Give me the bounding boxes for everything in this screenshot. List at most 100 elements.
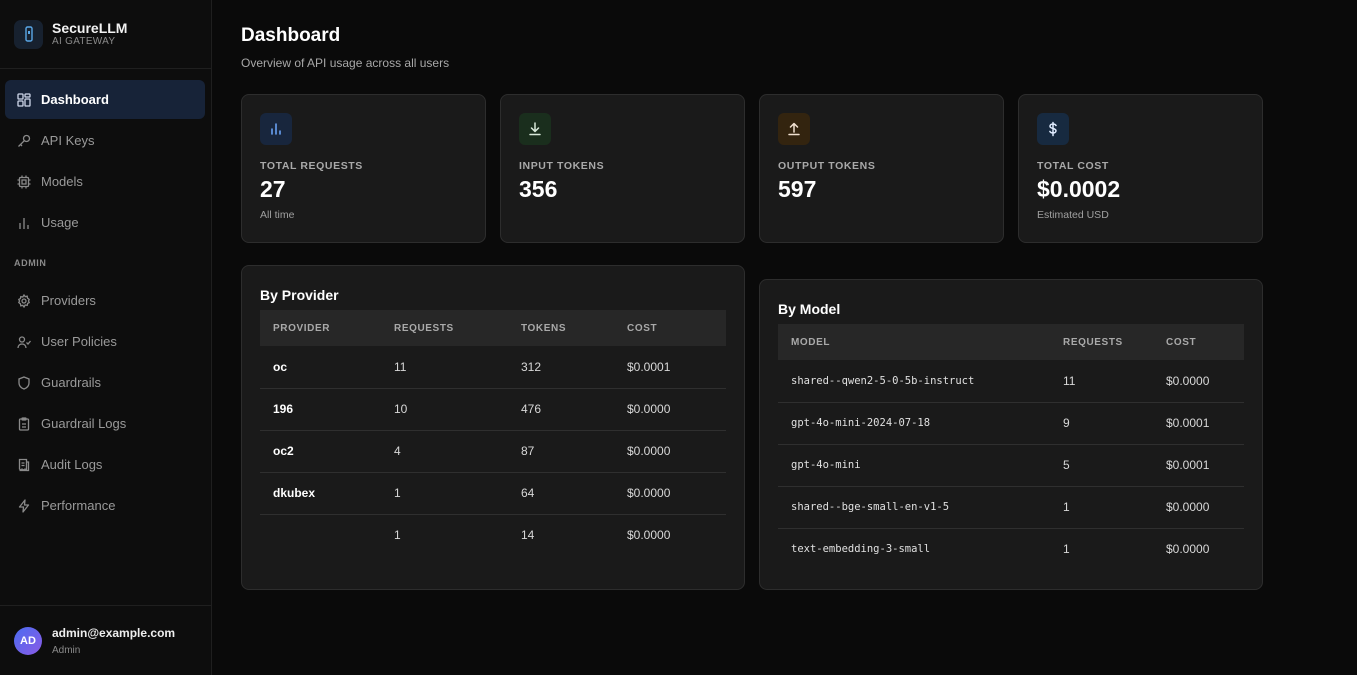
panel-title: By Model: [778, 301, 841, 317]
page-title: Dashboard: [241, 25, 341, 46]
stat-note: Estimated USD: [1037, 209, 1109, 221]
provider-table: PROVIDER REQUESTS TOKENS COST oc 11 312 …: [260, 310, 726, 556]
stat-label: INPUT TOKENS: [519, 160, 605, 172]
provider-name: [260, 514, 381, 556]
column-header: REQUESTS: [1050, 324, 1153, 360]
requests-cell: 1: [1050, 486, 1153, 529]
requests-cell: 11: [1050, 360, 1153, 403]
model-name: shared--qwen2-5-0-5b-instruct: [778, 360, 1050, 403]
cost-cell: $0.0001: [1153, 402, 1244, 445]
provider-name: oc2: [260, 430, 381, 473]
sidebar-item-usage[interactable]: Usage: [5, 203, 205, 242]
column-header: COST: [1153, 324, 1244, 360]
sidebar-item-providers[interactable]: Providers: [5, 281, 205, 320]
table-row: dkubex 1 64 $0.0000: [260, 472, 726, 515]
sidebar-item-label: Usage: [41, 215, 79, 230]
table-row: text-embedding-3-small 1 $0.0000: [778, 528, 1244, 570]
requests-cell: 10: [381, 388, 508, 431]
stat-label: TOTAL REQUESTS: [260, 160, 363, 172]
cost-cell: $0.0000: [614, 430, 726, 473]
table-row: shared--qwen2-5-0-5b-instruct 11 $0.0000: [778, 360, 1244, 403]
table-row: oc 11 312 $0.0001: [260, 346, 726, 389]
lightning-icon: [17, 498, 31, 513]
model-name: shared--bge-small-en-v1-5: [778, 486, 1050, 529]
bar-chart-icon: [260, 113, 292, 145]
sidebar-item-label: User Policies: [41, 334, 117, 349]
stat-label: OUTPUT TOKENS: [778, 160, 876, 172]
clipboard-icon: [17, 416, 31, 431]
main-nav: Dashboard API Keys Models Usage ADMIN Pr…: [0, 69, 211, 525]
stat-value: 597: [778, 176, 817, 202]
user-email: admin@example.com: [52, 625, 176, 640]
sidebar-item-models[interactable]: Models: [5, 162, 205, 201]
requests-cell: 1: [381, 472, 508, 515]
column-header: COST: [614, 310, 726, 346]
cost-cell: $0.0001: [1153, 444, 1244, 487]
cost-cell: $0.0000: [1153, 360, 1244, 403]
receipt-icon: [17, 458, 31, 472]
stat-label: TOTAL COST: [1037, 160, 1109, 172]
user-role: Admin: [52, 644, 81, 656]
key-icon: [17, 134, 31, 148]
requests-cell: 9: [1050, 402, 1153, 445]
shield-icon: [17, 375, 31, 390]
upload-icon: [778, 113, 810, 145]
tokens-cell: 64: [508, 472, 614, 515]
tokens-cell: 476: [508, 388, 614, 431]
sidebar-item-label: Providers: [41, 293, 96, 308]
user-profile[interactable]: AD admin@example.com Admin: [0, 605, 211, 675]
tokens-cell: 312: [508, 346, 614, 389]
brand-logo-icon: [14, 19, 43, 49]
column-header: PROVIDER: [260, 310, 381, 346]
brand-subtitle: AI GATEWAY: [52, 36, 116, 47]
sidebar: SecureLLM AI GATEWAY Dashboard API Keys …: [0, 0, 212, 675]
table-row: gpt-4o-mini 5 $0.0001: [778, 444, 1244, 487]
model-table: MODEL REQUESTS COST shared--qwen2-5-0-5b…: [778, 324, 1244, 570]
sidebar-item-label: Guardrail Logs: [41, 416, 127, 431]
stat-value: $0.0002: [1037, 176, 1121, 202]
gear-icon: [17, 293, 31, 308]
sidebar-item-guardrails[interactable]: Guardrails: [5, 363, 205, 402]
cost-cell: $0.0000: [614, 472, 726, 515]
tokens-cell: 87: [508, 430, 614, 473]
brand[interactable]: SecureLLM AI GATEWAY: [0, 0, 211, 69]
stat-card-total-requests: TOTAL REQUESTS 27 All time: [241, 94, 486, 243]
sidebar-item-guardrail-logs[interactable]: Guardrail Logs: [5, 404, 205, 443]
cost-cell: $0.0000: [1166, 542, 1210, 557]
stat-card-output-tokens: OUTPUT TOKENS 597: [759, 94, 1004, 243]
requests-cell: 1: [394, 528, 401, 543]
sidebar-item-performance[interactable]: Performance: [5, 486, 205, 525]
stat-card-input-tokens: INPUT TOKENS 356: [500, 94, 745, 243]
cost-cell: $0.0000: [1153, 486, 1244, 529]
sidebar-item-label: Performance: [41, 498, 116, 513]
provider-name: 196: [260, 388, 381, 431]
table-header-row: PROVIDER REQUESTS TOKENS COST: [260, 310, 726, 346]
cost-cell: $0.0000: [627, 528, 671, 543]
sidebar-item-user-policies[interactable]: User Policies: [5, 322, 205, 361]
download-icon: [519, 113, 551, 145]
page-subtitle: Overview of API usage across all users: [241, 56, 450, 70]
model-name: text-embedding-3-small: [791, 543, 931, 556]
sidebar-item-audit-logs[interactable]: Audit Logs: [5, 445, 205, 484]
sidebar-item-label: Guardrails: [41, 375, 101, 390]
sidebar-item-api-keys[interactable]: API Keys: [5, 121, 205, 160]
stat-card-total-cost: TOTAL COST $0.0002 Estimated USD: [1018, 94, 1263, 243]
panel-title: By Provider: [260, 287, 339, 303]
stat-value: 356: [519, 176, 558, 202]
tokens-cell: 14: [521, 528, 535, 543]
table-row: 196 10 476 $0.0000: [260, 388, 726, 431]
users-icon: [17, 335, 31, 349]
brand-name: SecureLLM: [52, 20, 128, 36]
admin-section-heading: ADMIN: [14, 258, 47, 268]
table-row: shared--bge-small-en-v1-5 1 $0.0000: [778, 486, 1244, 529]
column-header: TOKENS: [508, 310, 614, 346]
avatar: AD: [14, 626, 42, 655]
sidebar-item-label: Dashboard: [41, 92, 109, 107]
column-header: REQUESTS: [381, 310, 508, 346]
stat-note: All time: [260, 209, 295, 221]
requests-cell: 11: [381, 346, 508, 389]
sidebar-item-dashboard[interactable]: Dashboard: [5, 80, 205, 119]
model-name: gpt-4o-mini: [778, 444, 1050, 487]
cpu-icon: [17, 175, 31, 189]
requests-cell: 5: [1050, 444, 1153, 487]
